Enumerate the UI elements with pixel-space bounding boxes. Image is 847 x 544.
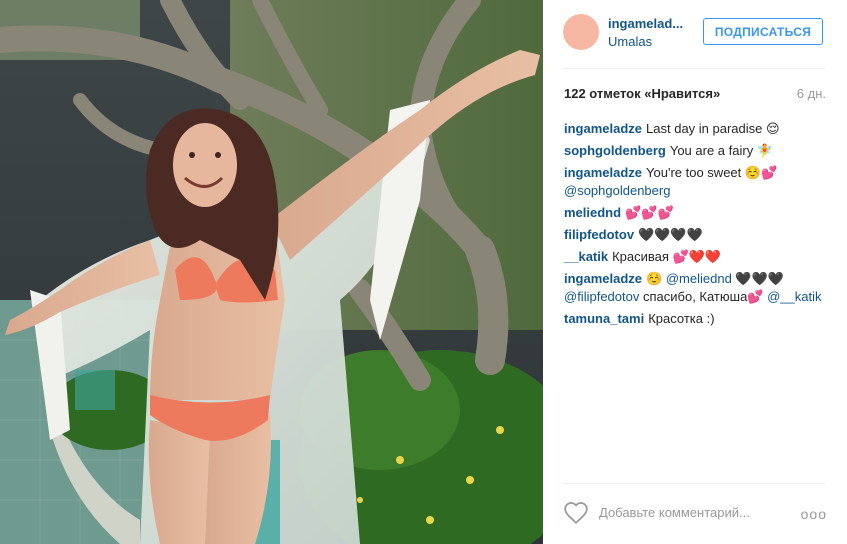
- comment-mention[interactable]: @sophgoldenberg: [564, 183, 670, 198]
- likes-count[interactable]: 122 отметок «Нравится»: [564, 86, 720, 101]
- comment-mention[interactable]: @__katik: [767, 289, 821, 304]
- comment-text: You're too sweet ☺️💕: [646, 165, 778, 180]
- post-time[interactable]: 6 дн.: [797, 86, 826, 101]
- comment-text: Красивая 💕❤️❤️: [612, 249, 722, 264]
- post-sidebar: ingamelad... Umalas ПОДПИСАТЬСЯ 122 отме…: [543, 0, 847, 544]
- comment-text: 💕💕💕: [625, 205, 674, 220]
- comment-username[interactable]: filipfedotov: [564, 227, 634, 242]
- comment-item: meliednd 💕💕💕: [564, 204, 826, 222]
- author-username[interactable]: ingamelad...: [608, 16, 688, 31]
- photo-illustration: [0, 0, 543, 544]
- post-photo[interactable]: [0, 0, 543, 544]
- comment-item: ingameladze You're too sweet ☺️💕 @sophgold…: [564, 164, 826, 200]
- comment-item: ingameladze ☺️ @meliednd 🖤🖤🖤 @filipfedotov…: [564, 270, 826, 306]
- likes-row: 122 отметок «Нравится» 6 дн.: [564, 86, 826, 106]
- header-divider: [563, 68, 825, 69]
- comment-text: спасибо, Катюша💕: [642, 289, 764, 304]
- avatar[interactable]: [563, 14, 599, 50]
- comment-item: tamuna_tami Красотка :): [564, 310, 826, 328]
- comment-username[interactable]: ingameladze: [564, 165, 642, 180]
- comment-username[interactable]: ingameladze: [564, 271, 642, 286]
- comment-item: filipfedotov 🖤🖤🖤🖤: [564, 226, 826, 244]
- comment-item: sophgoldenberg You are a fairy 🧚: [564, 142, 826, 160]
- comment-text: 🖤🖤🖤🖤: [638, 227, 703, 242]
- comment-item: ingameladze Last day in paradise 😌: [564, 120, 826, 138]
- comment-username[interactable]: sophgoldenberg: [564, 143, 666, 158]
- comment-username[interactable]: __katik: [564, 249, 608, 264]
- comment-text: 🖤🖤🖤: [735, 271, 784, 286]
- comment-username[interactable]: ingameladze: [564, 121, 642, 136]
- post-location[interactable]: Umalas: [608, 34, 652, 49]
- comment-text: You are a fairy 🧚: [669, 143, 773, 158]
- ellipsis-icon[interactable]: ooo: [801, 506, 827, 522]
- comment-text: ☺️: [646, 271, 663, 286]
- heart-icon[interactable]: [563, 500, 589, 526]
- comment-text: Красотка :): [648, 311, 715, 326]
- comment-item: __katik Красивая 💕❤️❤️: [564, 248, 826, 266]
- add-comment-input[interactable]: Добавьте комментарий...: [599, 505, 750, 520]
- comment-list: ingameladze Last day in paradise 😌 sophgo…: [564, 120, 826, 332]
- post-header: ingamelad... Umalas ПОДПИСАТЬСЯ: [543, 0, 847, 68]
- comment-mention[interactable]: @filipfedotov: [564, 289, 639, 304]
- comment-text: Last day in paradise 😌: [646, 121, 780, 136]
- comment-username[interactable]: tamuna_tami: [564, 311, 644, 326]
- comment-mention[interactable]: @meliednd: [666, 271, 732, 286]
- post-footer: Добавьте комментарий... ooo: [543, 484, 847, 544]
- follow-button[interactable]: ПОДПИСАТЬСЯ: [703, 18, 823, 45]
- comment-username[interactable]: meliednd: [564, 205, 621, 220]
